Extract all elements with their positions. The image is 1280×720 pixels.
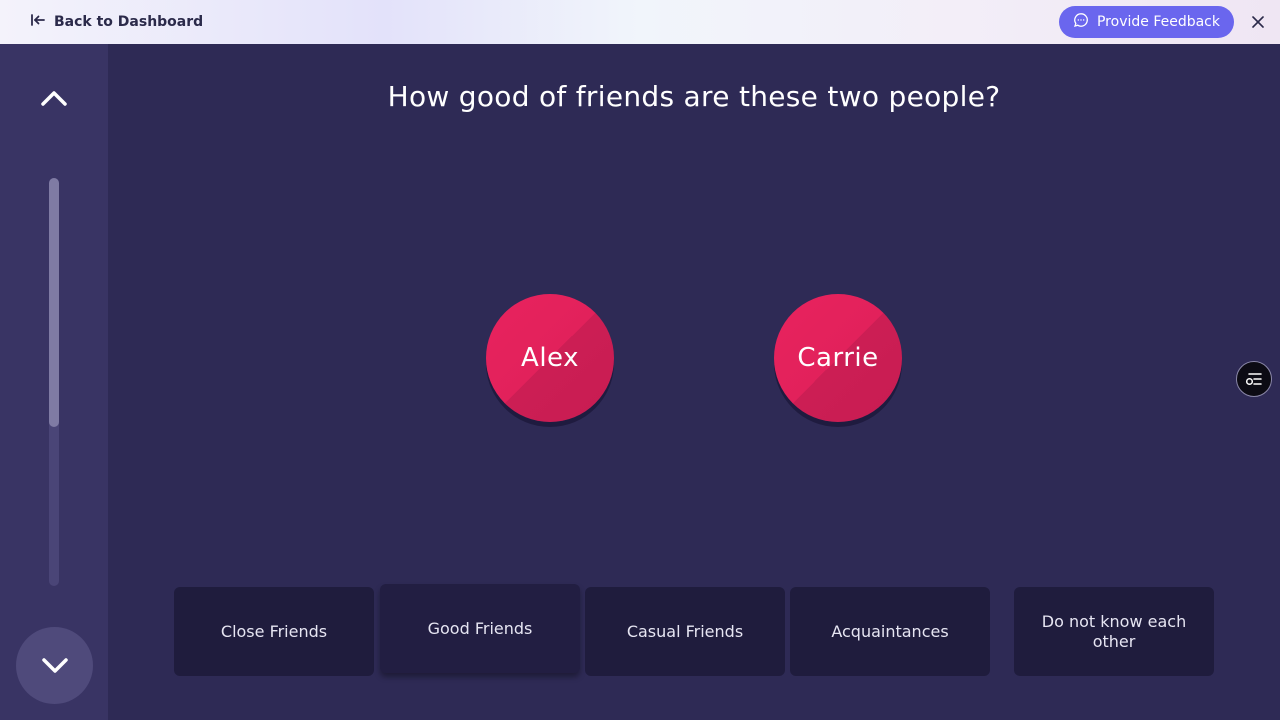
- question-title: How good of friends are these two people…: [387, 80, 1001, 113]
- accessibility-menu-button[interactable]: [1236, 361, 1272, 397]
- answer-casual-friends[interactable]: Casual Friends: [585, 587, 785, 676]
- feedback-button-label: Provide Feedback: [1096, 14, 1220, 30]
- previous-question-button[interactable]: [36, 82, 72, 114]
- top-bar: Back to Dashboard Provide Feedback: [0, 0, 1280, 44]
- chevron-down-icon: [41, 657, 68, 673]
- back-to-dashboard-link[interactable]: Back to Dashboard: [30, 12, 203, 32]
- answer-acquaintances[interactable]: Acquaintances: [790, 587, 990, 676]
- back-arrow-icon: [30, 12, 46, 32]
- settings-list-icon: [1245, 373, 1262, 386]
- back-link-label: Back to Dashboard: [54, 14, 204, 30]
- chat-bubble-icon: [1073, 12, 1089, 32]
- chevron-up-icon: [41, 91, 67, 106]
- close-icon[interactable]: [1249, 13, 1267, 31]
- question-sidebar: [0, 44, 108, 720]
- next-question-button[interactable]: [16, 627, 93, 704]
- progress-fill: [49, 178, 59, 427]
- provide-feedback-button[interactable]: Provide Feedback: [1059, 6, 1234, 38]
- person-bubble-1: Alex: [486, 294, 614, 422]
- answer-good-friends[interactable]: Good Friends: [380, 584, 580, 673]
- person-bubble-2: Carrie: [774, 294, 902, 422]
- answer-do-not-know[interactable]: Do not know each other: [1014, 587, 1214, 676]
- answer-close-friends[interactable]: Close Friends: [174, 587, 374, 676]
- progress-track: [49, 178, 59, 586]
